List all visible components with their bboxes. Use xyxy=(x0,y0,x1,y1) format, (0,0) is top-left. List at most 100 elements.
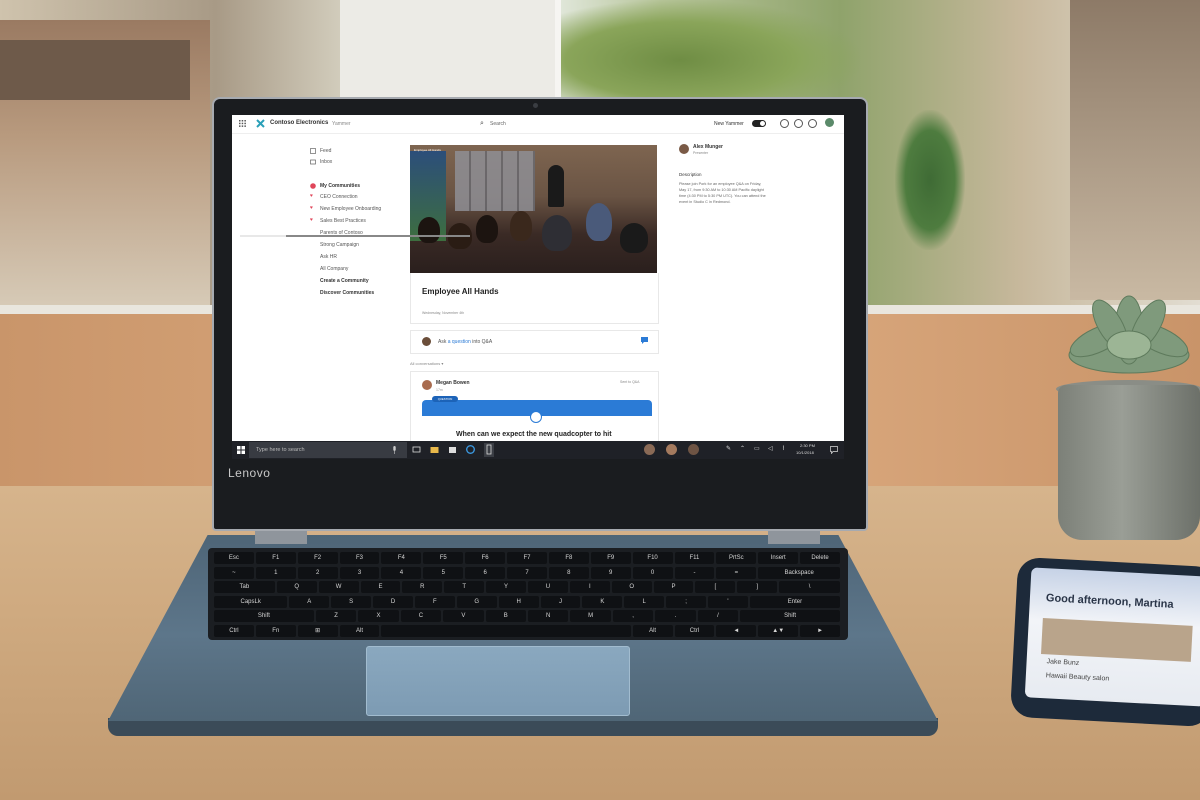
keyboard-key[interactable]: V xyxy=(443,610,484,622)
sidebar-item-community[interactable]: Sales Best Practices xyxy=(320,218,366,224)
keyboard-key[interactable]: 2 xyxy=(297,566,338,579)
trackpad[interactable] xyxy=(366,646,630,716)
keyboard-key[interactable]: = xyxy=(716,566,757,579)
taskbar-time[interactable]: 2:30 PM xyxy=(800,443,815,448)
help-icon[interactable] xyxy=(808,119,817,128)
keyboard-key[interactable]: U xyxy=(528,581,568,593)
keyboard-key[interactable]: 7 xyxy=(507,566,547,579)
keyboard-key[interactable]: ; xyxy=(666,595,707,608)
task-view-icon[interactable] xyxy=(412,445,421,454)
keyboard-key[interactable]: Alt xyxy=(339,624,380,637)
keyboard-key[interactable]: T xyxy=(444,581,485,593)
keyboard-key[interactable]: I xyxy=(569,581,610,593)
keyboard-key[interactable]: F5 xyxy=(423,552,464,564)
store-icon[interactable] xyxy=(448,445,457,454)
keyboard-key[interactable]: CapsLk xyxy=(214,595,288,608)
keyboard-key[interactable]: 8 xyxy=(548,566,589,579)
keyboard-key[interactable]: Alt xyxy=(632,624,673,637)
keyboard-key[interactable]: H xyxy=(498,595,539,608)
keyboard-key[interactable]: R xyxy=(402,581,443,593)
keyboard-key[interactable]: Delete xyxy=(800,552,840,564)
network-icon[interactable]: ▭ xyxy=(754,445,760,452)
keyboard-key[interactable]: N xyxy=(528,610,569,622)
video-player[interactable]: Employee All Hands xyxy=(410,145,657,273)
sidebar-item-community[interactable]: CEO Connection xyxy=(320,194,358,200)
keyboard-key[interactable] xyxy=(381,624,631,637)
keyboard-key[interactable]: P xyxy=(653,581,694,593)
keyboard-key[interactable]: 9 xyxy=(590,566,631,579)
keyboard-key[interactable]: 0 xyxy=(632,566,673,579)
phone-list-item[interactable]: Jake Bunz xyxy=(1046,658,1166,671)
phone-list-item[interactable]: Hawaii Beauty salon xyxy=(1046,672,1166,685)
keyboard-key[interactable]: C xyxy=(400,610,442,622)
edge-browser-icon[interactable] xyxy=(466,445,475,454)
phone-image-card[interactable] xyxy=(1041,618,1193,662)
keyboard-key[interactable]: F3 xyxy=(339,552,380,564)
qa-link[interactable]: a question xyxy=(448,339,471,345)
app-launcher-icon[interactable] xyxy=(239,120,246,127)
avatar[interactable] xyxy=(644,444,655,455)
search-icon[interactable]: ⌕ xyxy=(480,120,484,128)
keyboard-key[interactable]: . xyxy=(655,610,696,622)
keyboard-key[interactable]: PrtSc xyxy=(716,552,757,564)
keyboard-key[interactable]: Fn xyxy=(255,624,296,637)
keyboard-key[interactable]: F2 xyxy=(297,552,338,564)
sidebar-item-community[interactable]: New Employee Onboarding xyxy=(320,206,381,212)
keyboard-key[interactable]: E xyxy=(360,581,401,593)
keyboard-key[interactable]: F xyxy=(414,595,455,608)
bell-icon[interactable] xyxy=(780,119,789,128)
ask-question-prompt[interactable]: Ask a question into Q&A xyxy=(438,339,492,345)
search-input[interactable]: Search xyxy=(490,121,506,127)
keyboard-key[interactable]: \ xyxy=(779,581,840,593)
phone-app-icon[interactable] xyxy=(484,443,494,457)
sidebar-item-community[interactable]: Ask HR xyxy=(320,254,337,260)
keyboard-key[interactable]: , xyxy=(612,610,654,622)
keyboard-key[interactable]: ⊞ xyxy=(297,624,338,637)
conversation-filter-dropdown[interactable]: All conversations ▾ xyxy=(410,361,443,366)
keyboard-key[interactable]: F4 xyxy=(381,552,422,564)
keyboard-key[interactable]: 5 xyxy=(423,566,464,579)
keyboard-key[interactable]: J xyxy=(540,595,581,608)
keyboard-key[interactable]: 3 xyxy=(339,566,380,579)
phone-screen[interactable]: Good afternoon, Martina Jake Bunz Hawaii… xyxy=(1024,567,1200,707)
keyboard-key[interactable]: Shift xyxy=(214,610,314,622)
keyboard-key[interactable]: Esc xyxy=(214,552,254,564)
keyboard-key[interactable]: D xyxy=(373,595,413,608)
keyboard-key[interactable]: M xyxy=(570,610,611,622)
keyboard-key[interactable]: W xyxy=(318,581,359,593)
gear-icon[interactable] xyxy=(794,119,803,128)
chevron-up-icon[interactable]: ⌃ xyxy=(740,445,745,452)
keyboard-key[interactable]: Backspace xyxy=(758,566,840,579)
qa-bubble-icon[interactable] xyxy=(640,336,649,345)
keyboard-key[interactable]: / xyxy=(697,610,739,622)
taskbar-date[interactable]: 10/1/2018 xyxy=(796,450,814,455)
keyboard-key[interactable]: Shift xyxy=(740,610,840,622)
sidebar-item-community[interactable]: Strong Campaign xyxy=(320,242,359,248)
keyboard-key[interactable]: ~ xyxy=(214,566,254,579)
microphone-icon[interactable] xyxy=(392,446,397,454)
keyboard-key[interactable]: B xyxy=(485,610,526,622)
sidebar-item-inbox[interactable]: Inbox xyxy=(320,159,332,165)
sidebar-item-community[interactable]: All Company xyxy=(320,266,348,272)
avatar[interactable] xyxy=(825,118,834,127)
taskbar-search-input[interactable]: Type here to search xyxy=(256,447,305,453)
keyboard-key[interactable]: L xyxy=(624,595,665,608)
keyboard-key[interactable]: X xyxy=(358,610,399,622)
keyboard-key[interactable]: ◄ xyxy=(716,624,757,637)
keyboard-key[interactable]: Ctrl xyxy=(674,624,715,637)
keyboard-key[interactable]: G xyxy=(456,595,497,608)
keyboard-key[interactable]: F11 xyxy=(674,552,715,564)
pen-icon[interactable]: ✎ xyxy=(726,445,731,452)
notification-icon[interactable] xyxy=(830,446,838,454)
keyboard-key[interactable]: F1 xyxy=(255,552,296,564)
wifi-icon[interactable]: ⌇ xyxy=(782,445,785,452)
presenter-name[interactable]: Alex Munger xyxy=(693,144,723,150)
app-name[interactable]: Contoso Electronics xyxy=(270,120,328,126)
keyboard-key[interactable]: Q xyxy=(276,581,317,593)
people-bar[interactable] xyxy=(644,444,704,456)
windows-start-icon[interactable] xyxy=(237,446,245,454)
sidebar-item-my-communities[interactable]: My Communities xyxy=(320,183,360,189)
keyboard-key[interactable]: 1 xyxy=(255,566,296,579)
avatar[interactable] xyxy=(422,380,432,390)
keyboard-key[interactable]: - xyxy=(674,566,715,579)
